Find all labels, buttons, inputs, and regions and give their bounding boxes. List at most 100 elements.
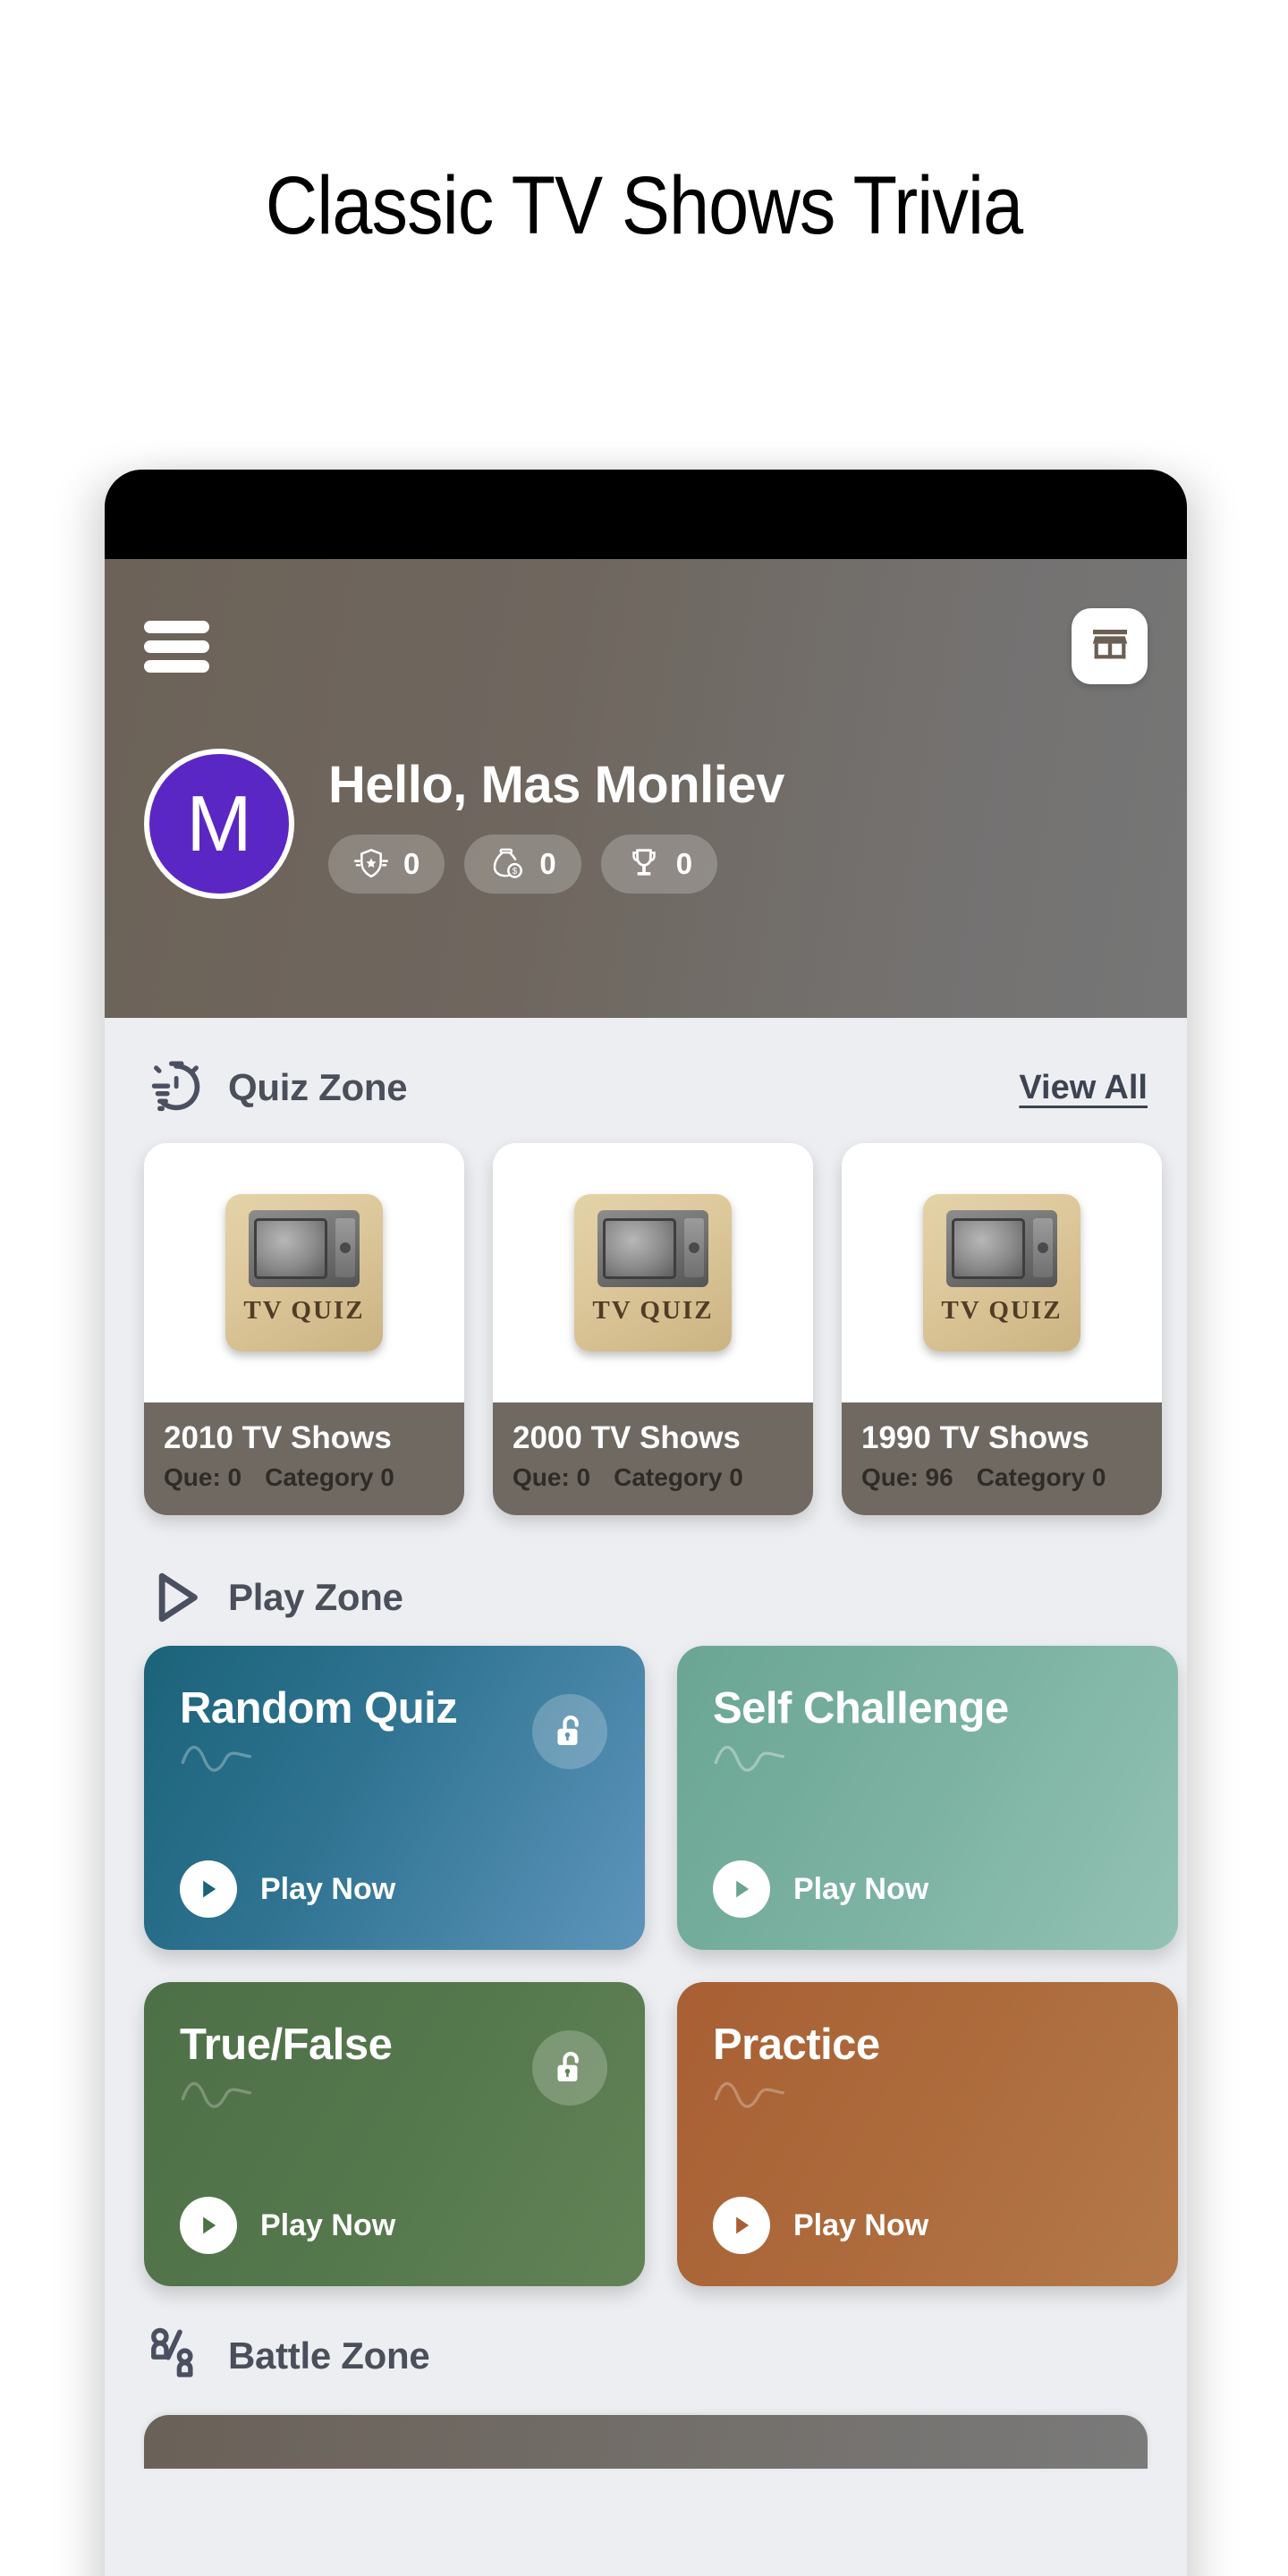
stat-pill-coins[interactable]: $ 0 xyxy=(464,834,581,894)
play-now-label: Play Now xyxy=(793,1871,929,1906)
battle-zone-title: Battle Zone xyxy=(228,2334,430,2377)
hamburger-bar xyxy=(144,659,209,673)
quiz-card-meta: 2000 TV Shows Que: 0 Category 0 xyxy=(493,1402,813,1515)
quiz-card-questions: Que: 0 xyxy=(513,1463,591,1491)
retro-tv-icon xyxy=(946,1210,1057,1287)
open-padlock-icon xyxy=(557,2051,579,2082)
play-triangle-icon xyxy=(144,1565,208,1630)
play-now-label: Play Now xyxy=(260,2207,396,2242)
battle-zone-header: Battle Zone xyxy=(105,2317,1187,2395)
tv-control-panel xyxy=(684,1218,704,1277)
play-zone-grid: Random Quiz Play Now Self Challenge Play… xyxy=(105,1637,1187,2286)
play-card-random-quiz[interactable]: Random Quiz Play Now xyxy=(144,1646,645,1950)
lock-badge xyxy=(532,2030,607,2106)
quiz-card[interactable]: TV QUIZ 2000 TV Shows Que: 0 Category 0 xyxy=(493,1143,813,1515)
play-card-top: Self Challenge xyxy=(713,1683,1142,1783)
play-now-icon xyxy=(713,1860,770,1918)
quiz-zone-view-all-link[interactable]: View All xyxy=(1019,1069,1148,1107)
battle-zone-card-peek[interactable] xyxy=(144,2415,1148,2469)
stat-value: 0 xyxy=(403,846,420,880)
app-screenshot: Classic TV Shows Trivia M Hello, Mas Mon… xyxy=(0,0,1288,2576)
quiz-card-title: 2000 TV Shows xyxy=(513,1420,741,1455)
stat-pill-badges[interactable]: 0 xyxy=(328,834,445,894)
quiz-card-stats: Que: 96 Category 0 xyxy=(861,1463,1142,1492)
hamburger-menu-icon[interactable] xyxy=(144,620,209,673)
profile-row[interactable]: M Hello, Mas Monliev 0 $ 0 0 xyxy=(144,749,1148,899)
trophy-icon xyxy=(631,848,656,876)
play-zone-header: Play Zone xyxy=(105,1558,1187,1637)
quiz-thumbnail: TV QUIZ xyxy=(842,1143,1162,1402)
play-card-true-false[interactable]: True/False Play Now xyxy=(144,1982,645,2286)
play-now-icon xyxy=(180,2197,237,2254)
greeting-text: Hello, Mas Monliev xyxy=(328,755,784,814)
quiz-thumbnail: TV QUIZ xyxy=(144,1143,464,1402)
quiz-card-category: Category 0 xyxy=(614,1463,743,1491)
hamburger-bar xyxy=(144,640,209,653)
play-card-self-challenge[interactable]: Self Challenge Play Now xyxy=(677,1646,1178,1950)
tv-knob xyxy=(340,1242,351,1253)
lock-badge xyxy=(532,1694,607,1769)
retro-tv-icon xyxy=(249,1210,360,1287)
quiz-card-meta: 1990 TV Shows Que: 96 Category 0 xyxy=(842,1402,1162,1515)
app-bar xyxy=(144,559,1148,684)
wave-decoration xyxy=(713,1739,1142,1783)
store-icon xyxy=(1092,629,1127,658)
quiz-card-stats: Que: 0 Category 0 xyxy=(513,1463,793,1492)
quiz-card-title: 1990 TV Shows xyxy=(861,1420,1089,1455)
stat-value: 0 xyxy=(539,846,556,880)
tv-screen xyxy=(952,1218,1025,1279)
tv-knob xyxy=(1038,1242,1048,1253)
tv-quiz-tile-image: TV QUIZ xyxy=(574,1194,732,1352)
stat-value: 0 xyxy=(675,846,693,880)
quiz-card-category: Category 0 xyxy=(976,1463,1106,1491)
play-card-footer[interactable]: Play Now xyxy=(180,1860,609,1918)
quiz-zone-header: Quiz Zone View All xyxy=(105,1048,1187,1127)
tv-quiz-caption: TV QUIZ xyxy=(243,1296,365,1325)
stats-row: 0 $ 0 0 xyxy=(328,834,784,894)
profile-info: Hello, Mas Monliev 0 $ 0 0 xyxy=(328,755,784,894)
play-card-footer[interactable]: Play Now xyxy=(713,2197,1142,2254)
play-now-icon xyxy=(180,1860,237,1918)
play-card-practice[interactable]: Practice Play Now xyxy=(677,1982,1178,2286)
coin-bag-icon: $ xyxy=(494,848,523,878)
tv-control-panel xyxy=(335,1218,355,1277)
status-bar xyxy=(105,470,1187,559)
phone-frame: M Hello, Mas Monliev 0 $ 0 0 Quiz Zone V… xyxy=(105,470,1187,2576)
tv-quiz-caption: TV QUIZ xyxy=(941,1296,1063,1325)
quiz-zone-title: Quiz Zone xyxy=(228,1066,408,1108)
quiz-card-stats: Que: 0 Category 0 xyxy=(164,1463,445,1492)
store-button[interactable] xyxy=(1072,608,1148,684)
tv-control-panel xyxy=(1033,1218,1053,1277)
hamburger-bar xyxy=(144,620,209,633)
badge-shield-icon xyxy=(354,848,388,877)
stat-pill-trophies[interactable]: 0 xyxy=(600,834,718,894)
quiz-card-category: Category 0 xyxy=(265,1463,394,1491)
retro-tv-icon xyxy=(597,1210,708,1287)
play-card-title: Practice xyxy=(713,2021,880,2069)
play-now-label: Play Now xyxy=(260,1871,396,1906)
quiz-card-list[interactable]: TV QUIZ 2010 TV Shows Que: 0 Category 0 xyxy=(105,1131,1187,1528)
open-padlock-icon xyxy=(557,1715,579,1746)
play-card-title: Self Challenge xyxy=(713,1684,1009,1733)
quiz-thumbnail: TV QUIZ xyxy=(493,1143,813,1402)
quiz-card[interactable]: TV QUIZ 1990 TV Shows Que: 96 Category 0 xyxy=(842,1143,1162,1515)
quiz-card-meta: 2010 TV Shows Que: 0 Category 0 xyxy=(144,1402,464,1515)
play-card-footer[interactable]: Play Now xyxy=(180,2197,609,2254)
play-now-label: Play Now xyxy=(793,2207,929,2242)
tv-screen xyxy=(254,1218,327,1279)
stopwatch-icon xyxy=(144,1055,208,1120)
wave-decoration xyxy=(713,2075,1142,2119)
svg-text:$: $ xyxy=(513,866,518,876)
play-now-icon xyxy=(713,2197,770,2254)
quiz-card-questions: Que: 96 xyxy=(861,1463,953,1491)
tv-screen xyxy=(603,1218,676,1279)
avatar[interactable]: M xyxy=(144,749,294,899)
play-card-footer[interactable]: Play Now xyxy=(713,1860,1142,1918)
play-card-top: Practice xyxy=(713,2020,1142,2119)
tv-quiz-caption: TV QUIZ xyxy=(592,1296,714,1325)
tv-quiz-tile-image: TV QUIZ xyxy=(923,1194,1080,1352)
quiz-card-title: 2010 TV Shows xyxy=(164,1420,392,1455)
versus-people-icon xyxy=(144,2324,208,2388)
quiz-card[interactable]: TV QUIZ 2010 TV Shows Que: 0 Category 0 xyxy=(144,1143,464,1515)
tv-knob xyxy=(689,1242,699,1253)
